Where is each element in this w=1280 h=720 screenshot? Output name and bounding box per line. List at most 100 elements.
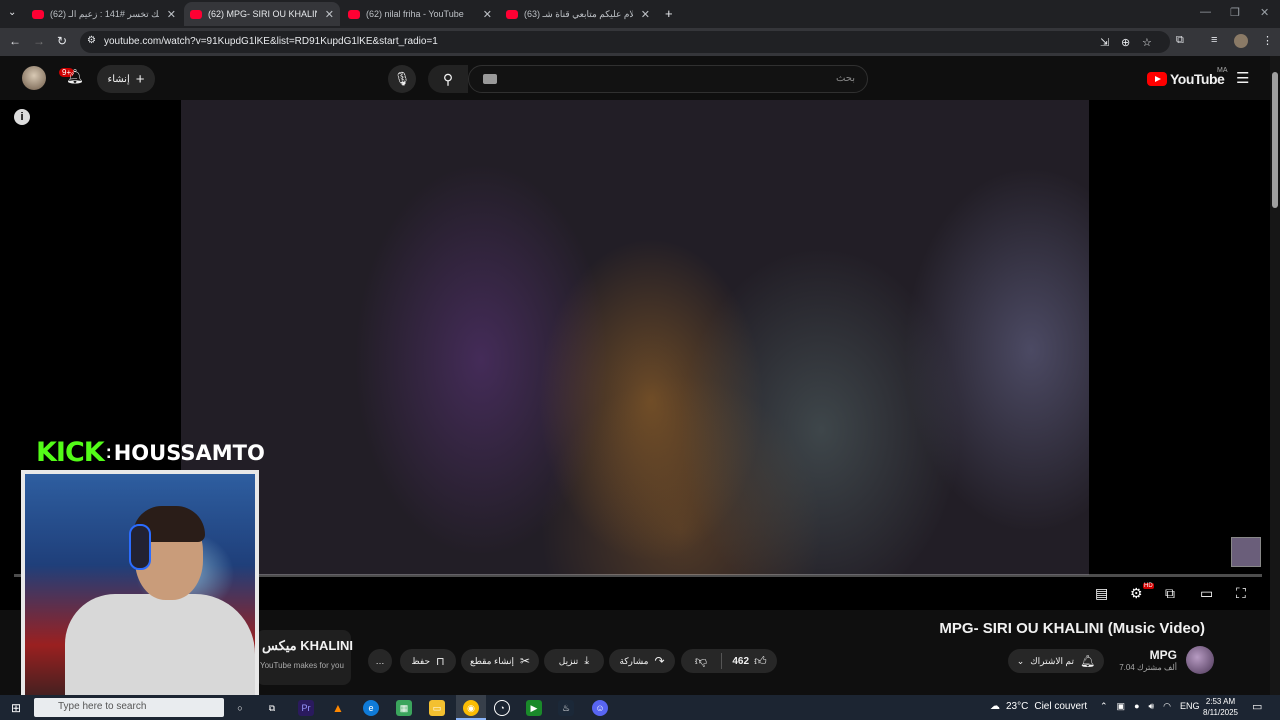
headset-icon (129, 524, 151, 570)
overlay-separator: : (105, 442, 112, 462)
browser-menu-icon[interactable]: ⋮ (1262, 34, 1273, 47)
weather-condition: Ciel couvert (1034, 701, 1088, 712)
vlc-icon[interactable]: ▲ (330, 700, 346, 716)
mix-subtitle: YouTube makes for you (260, 661, 344, 670)
save-button[interactable]: حفظ ⊓ (400, 649, 456, 673)
obs-icon[interactable]: ◔ (494, 700, 510, 716)
volume-icon[interactable]: 🔊︎ (1149, 701, 1155, 712)
mic-icon[interactable]: 🎙︎ (388, 65, 416, 93)
media-app-icon[interactable]: ▶ (526, 700, 542, 716)
new-tab-button[interactable]: + (665, 6, 673, 21)
settings-icon[interactable]: ⚙ (1130, 585, 1143, 602)
site-info-icon[interactable]: ⚙ (87, 35, 96, 46)
download-label: تنزيل (558, 655, 579, 666)
taskbar-search-input[interactable]: Type here to search (34, 698, 224, 717)
hd-badge: HD (1143, 583, 1154, 589)
forward-icon[interactable]: → (33, 34, 45, 48)
mix-card[interactable]: ميكس KHALINI YouTube makes for you (256, 630, 353, 685)
mic-tray-icon[interactable]: ● (1134, 701, 1139, 712)
save-label: حفظ (411, 655, 431, 666)
bell-icon[interactable]: 🔔︎ (66, 68, 84, 85)
like-button[interactable]: 462 👍︎ (722, 654, 777, 669)
maximize-icon[interactable]: ❐ (1230, 6, 1240, 19)
tab-close-icon[interactable]: ✕ (641, 8, 650, 21)
browser-tab-4[interactable]: (63) السلام عليكم متابعي قناة شـ ✕ (500, 2, 656, 26)
channel-avatar[interactable] (1186, 646, 1214, 674)
tab-close-icon[interactable]: ✕ (325, 8, 334, 21)
next-video-thumbnail[interactable] (1231, 537, 1261, 567)
premiere-pro-icon[interactable]: Pr (298, 700, 314, 716)
taskbar-search-placeholder: Type here to search (58, 701, 147, 712)
weather-widget[interactable]: ☁ 23°C Ciel couvert (990, 701, 1087, 712)
youtube-favicon-icon (348, 9, 360, 19)
search-button[interactable]: ⚲ (428, 65, 468, 93)
menu-icon[interactable]: ☰ (1236, 69, 1249, 87)
download-button[interactable]: تنزيل ⤓ (544, 649, 604, 673)
share-label: مشاركة (619, 655, 649, 666)
minimize-icon[interactable]: — (1200, 6, 1211, 18)
bookmark-star-icon[interactable]: ☆ (1142, 36, 1152, 49)
video-frame[interactable] (181, 100, 1089, 575)
extensions-icon[interactable]: ⧉ (1176, 34, 1184, 47)
keyboard-icon[interactable] (483, 74, 497, 84)
browser-tab-strip: ⌄ (62) تضحك تخسر #141 : زعيم الـ ✕ (62) … (0, 0, 1280, 28)
chevron-up-icon[interactable]: ⌃ (1100, 701, 1108, 712)
browser-tab-3[interactable]: (62) nilal friha - YouTube ✕ (342, 2, 498, 26)
taskbar-clock[interactable]: 2:53 AM 8/11/2025 (1203, 696, 1238, 718)
avatar[interactable] (22, 66, 46, 90)
install-app-icon[interactable]: ⇲ (1100, 36, 1109, 49)
subscribed-label: تم الاشتراك (1030, 655, 1075, 666)
tab-search-dropdown-icon[interactable]: ⌄ (8, 7, 16, 18)
bell-icon: 🔔︎ (1080, 654, 1096, 668)
cortana-icon[interactable]: ○ (232, 700, 248, 716)
channel-name[interactable]: MPG (1150, 648, 1177, 662)
tab-search-icon[interactable]: ≡ (1211, 34, 1217, 46)
more-icon[interactable]: … (368, 649, 392, 673)
page-scrollbar[interactable] (1270, 56, 1280, 695)
youtube-header: 9+ 🔔︎ إنشاء + 🎙︎ ⚲ بحث YouTube MA ☰ (0, 56, 1270, 100)
youtube-logo[interactable]: YouTube (1147, 71, 1225, 87)
store-icon[interactable]: ▦ (396, 700, 412, 716)
miniplayer-icon[interactable]: ⧉ (1165, 585, 1175, 602)
tab-close-icon[interactable]: ✕ (483, 8, 492, 21)
notification-center-icon[interactable]: ▭ (1252, 700, 1262, 713)
theater-icon[interactable]: ▭ (1200, 585, 1213, 602)
subscribed-button[interactable]: ⌄ تم الاشتراك 🔔︎ (1008, 649, 1104, 673)
edge-icon[interactable]: e (363, 700, 379, 716)
browser-tab-1[interactable]: (62) تضحك تخسر #141 : زعيم الـ ✕ (26, 2, 182, 26)
clock-time: 2:53 AM (1205, 697, 1236, 706)
browser-tab-2[interactable]: (62) MPG- SIRI OU KHALINI (M ✕ (184, 2, 340, 26)
back-icon[interactable]: ← (9, 34, 21, 48)
close-window-icon[interactable]: ✕ (1260, 6, 1269, 19)
share-button[interactable]: مشاركة ↷ (609, 649, 675, 673)
omnibox[interactable]: ⚙ youtube.com/watch?v=91KupdG1lKE&list=R… (80, 31, 1170, 53)
info-icon[interactable]: i (14, 109, 30, 125)
create-label: إنشاء (107, 73, 130, 85)
search-input[interactable]: بحث (468, 65, 868, 93)
region-code: MA (1217, 67, 1228, 74)
clip-button[interactable]: إنشاء مقطع ✂ (461, 649, 539, 673)
task-view-icon[interactable]: ⧉ (264, 700, 280, 716)
windows-start-icon[interactable]: ⊞ (8, 700, 24, 716)
zoom-icon[interactable]: ⊕ (1121, 36, 1130, 49)
tab-title: (62) nilal friha - YouTube (366, 9, 464, 19)
language-indicator[interactable]: ENG (1180, 701, 1200, 712)
steam-icon[interactable]: ♨ (558, 700, 574, 716)
url-text[interactable]: youtube.com/watch?v=91KupdG1lKE&list=RD9… (104, 36, 438, 47)
discord-icon[interactable]: ☺ (592, 700, 608, 716)
chevron-down-icon: ⌄ (1016, 655, 1025, 666)
scrollbar-thumb[interactable] (1272, 72, 1278, 208)
file-explorer-icon[interactable]: ▭ (429, 700, 445, 716)
network-icon[interactable]: ▣ (1117, 701, 1126, 712)
tab-close-icon[interactable]: ✕ (167, 8, 176, 21)
fullscreen-icon[interactable]: ⛶ (1236, 585, 1246, 602)
reload-icon[interactable]: ↻ (57, 34, 67, 48)
temperature: 23°C (1006, 701, 1029, 712)
subtitles-icon[interactable]: ▤ (1095, 585, 1108, 602)
more-label: … (375, 656, 385, 666)
dislike-icon[interactable]: 👎︎ (681, 654, 721, 669)
wifi-icon[interactable]: ◠ (1163, 701, 1171, 712)
chrome-icon[interactable]: ◉ (463, 700, 479, 716)
profile-avatar[interactable] (1234, 34, 1248, 48)
create-button[interactable]: إنشاء + (97, 65, 155, 93)
